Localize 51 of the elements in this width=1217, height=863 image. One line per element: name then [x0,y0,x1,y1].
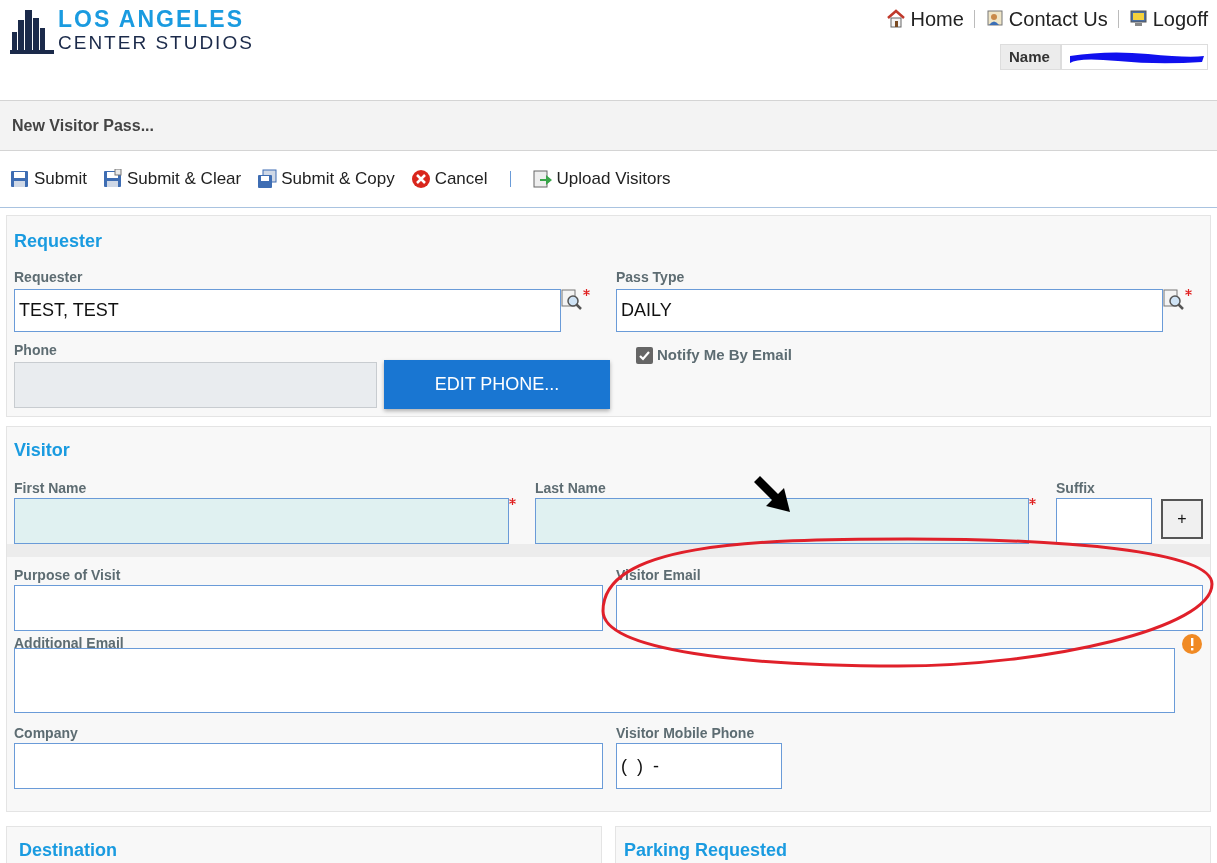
save-icon [10,169,30,189]
lookup-icon[interactable] [1163,289,1185,311]
logo-subtitle: CENTER STUDIOS [58,33,254,52]
field-label: Pass Type [616,268,686,287]
toolbar-button[interactable]: Cancel [410,166,488,192]
edit-phone-button[interactable]: EDIT PHONE... [384,360,610,409]
field-label: Last Name [535,479,607,498]
input-field[interactable] [1056,498,1152,544]
field-label: Visitor Mobile Phone [616,724,756,743]
input-field[interactable] [14,648,1175,713]
upload-icon [532,169,553,189]
input-field[interactable]: ( ) - [616,743,782,789]
section-heading: Destination [19,839,118,862]
input-field[interactable]: TEST, TEST [14,289,561,332]
input-field[interactable]: DAILY [616,289,1163,332]
section-heading: Parking Requested [624,839,789,862]
skyline-logo-icon [10,8,54,54]
section-heading: Requester [14,230,104,253]
name-label: Name [1000,44,1061,70]
input-field[interactable] [14,743,603,789]
home-icon [886,9,907,29]
field-label: Suffix [1056,479,1096,498]
toolbar-button[interactable]: Submit [10,166,87,192]
toolbar-button[interactable]: Submit & Copy [257,166,395,192]
toolbar-button[interactable]: Submit & Clear [102,166,242,192]
nav-link[interactable]: Logoff [1128,4,1208,34]
input-field[interactable] [616,585,1203,631]
toolbar-button[interactable]: Upload Visitors [532,166,671,192]
input-field[interactable] [14,498,509,544]
logo-title: LOS ANGELES [58,8,245,31]
field-label: Requester [14,268,84,287]
nav-link[interactable]: Contact Us [984,4,1108,34]
section-heading: Visitor [14,439,71,462]
field-label: Additional Email [14,634,124,653]
input-field[interactable] [535,498,1029,544]
save-icon [102,169,123,189]
cancel-icon [410,169,431,189]
logoff-icon [1128,9,1149,29]
field-label: Purpose of Visit [14,566,122,585]
contact-icon [984,9,1005,29]
page-title: New Visitor Pass... [12,115,154,136]
field-label: First Name [14,479,88,498]
checkbox[interactable] [636,346,653,364]
field-label: Company [14,724,79,743]
input-field[interactable] [14,585,603,631]
lookup-icon[interactable] [561,289,583,311]
save-copy-icon [257,169,278,189]
checkbox-label: Notify Me By Email [657,345,793,365]
add-button[interactable]: + [1161,499,1203,539]
nav-link[interactable]: Home [886,4,964,34]
field-label: Phone [14,341,58,360]
